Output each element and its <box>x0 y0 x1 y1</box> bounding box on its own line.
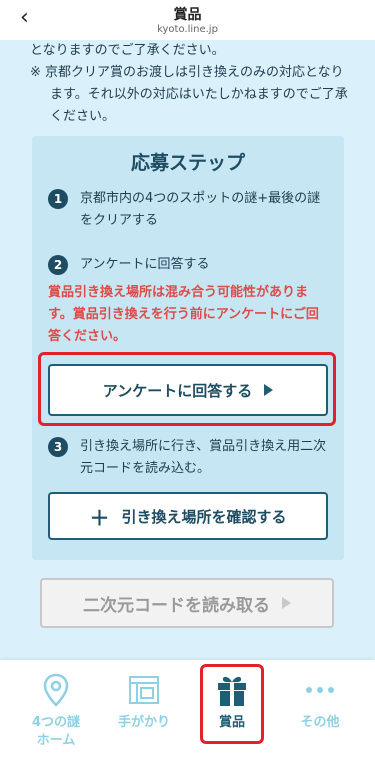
step-number-badge: 2 <box>48 255 68 275</box>
steps-heading: 応募ステップ <box>130 152 245 174</box>
domain-label: kyoto.line.jp <box>157 24 218 35</box>
more-icon <box>280 670 360 710</box>
scan-qr-button[interactable]: 二次元コードを読み取る <box>40 578 334 628</box>
step-3-text: 引き換え場所に行き、賞品引き換え用二次元コードを読み込む。 <box>80 439 327 476</box>
step-3: 3 引き換え場所に行き、賞品引き換え用二次元コードを読み込む。 <box>48 436 330 480</box>
clue-icon <box>104 670 184 710</box>
note-line: となりますのでご了承ください。 <box>30 43 225 58</box>
page-title: 賞品 <box>173 7 202 23</box>
warning-text: 賞品引き換え場所は混み合う可能性があります。賞品引き換えを行う前にアンケートにご… <box>48 285 319 344</box>
step-number-badge: 1 <box>48 189 68 209</box>
map-pin-icon <box>16 670 96 710</box>
nav-label-clues: 手がかり <box>117 715 170 730</box>
nav-label-home-line1: 4つの謎 <box>31 715 81 730</box>
step-1: 1 京都市内の4つのスポットの謎+最後の謎をクリアする <box>48 188 330 232</box>
step-2: 2 アンケートに回答する <box>48 254 330 276</box>
step-number-badge: 3 <box>48 437 68 457</box>
note-item: ※ 京都クリア賞のお渡しは引き換えのみの対応となります。それ以外の対応はいたしか… <box>30 65 348 124</box>
nav-label-more: その他 <box>300 715 340 730</box>
nav-item-more[interactable]: その他 <box>280 670 360 732</box>
step-1-text: 京都市内の4つのスポットの謎+最後の謎をクリアする <box>80 191 321 228</box>
main-content[interactable]: となりますのでご了承ください。 ※ 京都クリア賞のお渡しは引き換えのみの対応とな… <box>0 40 375 660</box>
nav-label-home-line2: ホーム <box>36 733 76 748</box>
nav-item-home[interactable]: 4つの謎 ホーム <box>16 670 96 750</box>
application-steps-card: 応募ステップ 1 京都市内の4つのスポットの謎+最後の謎をクリアする 2 アンケ… <box>32 136 344 560</box>
plus-icon: ＋ <box>89 505 110 530</box>
nav-item-clues[interactable]: 手がかり <box>104 670 184 732</box>
survey-button-highlight <box>38 352 336 426</box>
step-2-text: アンケートに回答する <box>80 257 210 272</box>
check-locations-button[interactable]: ＋ 引き換え場所を確認する <box>48 492 328 540</box>
play-triangle-icon <box>282 597 291 609</box>
header-bar: ‹ 賞品 kyoto.line.jp <box>0 0 375 40</box>
notes-block: となりますのでご了承ください。 ※ 京都クリア賞のお渡しは引き換えのみの対応とな… <box>30 40 355 128</box>
scan-qr-label: 二次元コードを読み取る <box>83 595 270 616</box>
bottom-nav: 4つの謎 ホーム 手がかり 賞品 その他 <box>0 660 375 770</box>
check-locations-label: 引き換え場所を確認する <box>121 507 287 526</box>
prizes-tab-highlight <box>200 664 264 744</box>
